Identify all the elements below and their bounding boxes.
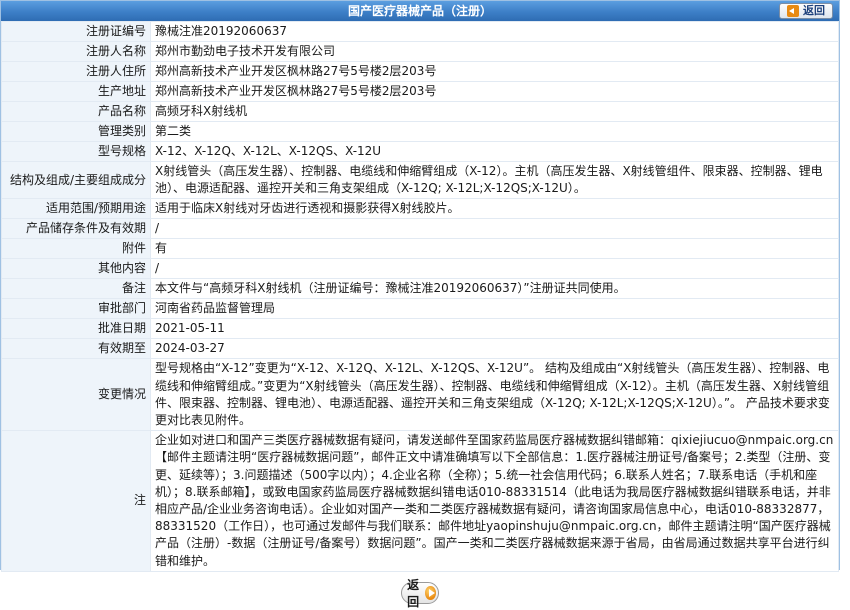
field-label: 审批部门: [1, 298, 151, 320]
table-row: 产品名称 高频牙科X射线机: [1, 101, 839, 122]
field-value: 郑州市勤劲电子技术开发有限公司: [150, 41, 839, 62]
detail-panel: 国产医疗器械产品（注册） 返回 注册证编号 豫械注准20192060637 注册…: [0, 0, 840, 609]
field-label: 附件: [1, 238, 151, 260]
field-label: 注册人名称: [1, 41, 151, 62]
back-button-label: 返回: [803, 4, 825, 17]
field-label: 生产地址: [1, 81, 151, 102]
table-row: 附件 有: [1, 238, 839, 260]
field-value: 高频牙科X射线机: [150, 101, 839, 122]
field-value: 郑州高新技术产业开发区枫林路27号5号楼2层203号: [150, 61, 839, 82]
table-row: 备注 本文件与“高频牙科X射线机（注册证编号：豫械注准20192060637）”…: [1, 278, 839, 300]
field-label: 注册证编号: [1, 21, 151, 42]
table-row: 型号规格 X-12、X-12Q、X-12L、X-12QS、X-12U: [1, 141, 839, 162]
table-row: 其他内容 /: [1, 258, 839, 280]
field-value: 型号规格由“X-12”变更为“X-12、X-12Q、X-12L、X-12QS、X…: [150, 358, 839, 432]
field-label: 管理类别: [1, 121, 151, 142]
field-value: 郑州高新技术产业开发区枫林路27号5号楼2层203号: [150, 81, 839, 102]
field-label: 注: [1, 430, 151, 572]
field-label: 批准日期: [1, 318, 151, 340]
footer: 返回: [1, 572, 839, 609]
field-value: 本文件与“高频牙科X射线机（注册证编号：豫械注准20192060637）”注册证…: [150, 278, 839, 300]
field-label: 备注: [1, 278, 151, 300]
table-row: 注册人名称 郑州市勤劲电子技术开发有限公司: [1, 41, 839, 62]
back-button-label: 返回: [407, 577, 420, 609]
panel-title: 国产医疗器械产品（注册）: [347, 4, 492, 18]
table-row: 有效期至 2024-03-27: [1, 338, 839, 360]
field-label: 型号规格: [1, 141, 151, 162]
field-value: 企业如对进口和国产三类医疗器械数据有疑问，请发送邮件至国家药监局医疗器械数据纠错…: [150, 430, 839, 572]
table-row: 变更情况 型号规格由“X-12”变更为“X-12、X-12Q、X-12L、X-1…: [1, 358, 839, 432]
table-row: 审批部门 河南省药品监督管理局: [1, 298, 839, 320]
field-label: 适用范围/预期用途: [1, 198, 151, 220]
field-value: X射线管头（高压发生器）、控制器、电缆线和伸缩臂组成（X-12）。主机（高压发生…: [150, 160, 839, 200]
table-row: 产品储存条件及有效期 /: [1, 218, 839, 240]
back-button-bottom[interactable]: 返回: [401, 578, 439, 609]
field-value: 河南省药品监督管理局: [150, 298, 839, 320]
table-row: 适用范围/预期用途 适用于临床X射线对牙齿进行透视和摄影获得X射线胶片。: [1, 198, 839, 220]
registration-detail-table: 注册证编号 豫械注准20192060637 注册人名称 郑州市勤劲电子技术开发有…: [1, 21, 839, 572]
back-arrow-icon: [787, 5, 799, 17]
field-label: 结构及组成/主要组成成分: [1, 160, 151, 200]
field-value: 有: [150, 238, 839, 260]
field-value: 2021-05-11: [150, 318, 839, 340]
table-row: 结构及组成/主要组成成分 X射线管头（高压发生器）、控制器、电缆线和伸缩臂组成（…: [1, 160, 839, 200]
field-value: /: [150, 218, 839, 240]
field-label: 有效期至: [1, 338, 151, 360]
table-row: 注册人住所 郑州高新技术产业开发区枫林路27号5号楼2层203号: [1, 61, 839, 82]
table-row: 管理类别 第二类: [1, 121, 839, 142]
field-label: 产品名称: [1, 101, 151, 122]
field-value: 2024-03-27: [150, 338, 839, 360]
field-value: 豫械注准20192060637: [150, 21, 839, 42]
field-value: 第二类: [150, 121, 839, 142]
field-label: 注册人住所: [1, 61, 151, 82]
field-value: /: [150, 258, 839, 280]
field-value: 适用于临床X射线对牙齿进行透视和摄影获得X射线胶片。: [150, 198, 839, 220]
field-label: 变更情况: [1, 358, 151, 432]
go-arrow-icon: [425, 585, 436, 600]
table-row: 批准日期 2021-05-11: [1, 318, 839, 340]
field-value: X-12、X-12Q、X-12L、X-12QS、X-12U: [150, 141, 839, 162]
back-button-top[interactable]: 返回: [779, 3, 833, 19]
table-row: 注册证编号 豫械注准20192060637: [1, 21, 839, 42]
panel-header: 国产医疗器械产品（注册） 返回: [1, 1, 839, 21]
table-row: 生产地址 郑州高新技术产业开发区枫林路27号5号楼2层203号: [1, 81, 839, 102]
field-label: 其他内容: [1, 258, 151, 280]
field-label: 产品储存条件及有效期: [1, 218, 151, 240]
table-row: 注 企业如对进口和国产三类医疗器械数据有疑问，请发送邮件至国家药监局医疗器械数据…: [1, 430, 839, 572]
